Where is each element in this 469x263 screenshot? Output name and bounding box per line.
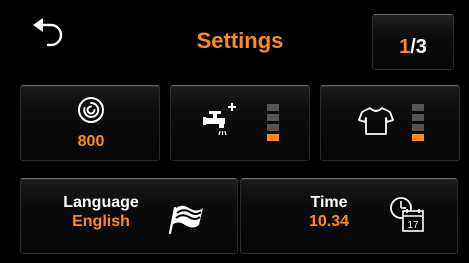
time-tile[interactable]: Time 10.34 17 <box>240 178 458 254</box>
rinse-level-indicator <box>267 104 279 144</box>
back-button[interactable] <box>26 14 76 54</box>
level-segment <box>412 134 424 141</box>
level-segment <box>267 124 279 131</box>
time-label: Time <box>310 194 348 211</box>
page-title-text: Settings <box>196 28 284 53</box>
page-current: 1 <box>399 36 411 58</box>
time-value: 10.34 <box>308 213 350 230</box>
level-segment <box>267 104 279 111</box>
dry-level-tile[interactable] <box>320 85 460 161</box>
back-arrow-icon <box>33 18 63 47</box>
level-segment <box>412 104 424 111</box>
level-segment <box>412 114 424 121</box>
level-segment <box>412 124 424 131</box>
language-tile[interactable]: Language English <box>20 178 238 254</box>
level-segment <box>267 134 279 141</box>
flag-icon <box>169 205 203 235</box>
extra-rinse-tile[interactable] <box>170 85 310 161</box>
language-value: English <box>72 213 130 230</box>
spin-speed-value: 800 <box>77 133 105 150</box>
shirt-icon <box>358 107 394 135</box>
clock-calendar-icon: 17 <box>390 197 424 232</box>
settings-screen: Settings 1/3 800 Language English Time 1… <box>0 0 469 263</box>
spin-speed-tile[interactable]: 800 <box>20 85 160 161</box>
water-plus-icon <box>203 103 236 136</box>
page-total: 3 <box>415 36 427 58</box>
language-label: Language <box>63 194 139 211</box>
dry-level-indicator <box>412 104 424 144</box>
page-indicator-tab[interactable]: 1/3 <box>372 14 454 70</box>
spin-speed-icon <box>78 97 104 123</box>
level-segment <box>267 114 279 121</box>
page-title: Settings <box>130 28 350 54</box>
calendar-day: 17 <box>407 220 419 231</box>
